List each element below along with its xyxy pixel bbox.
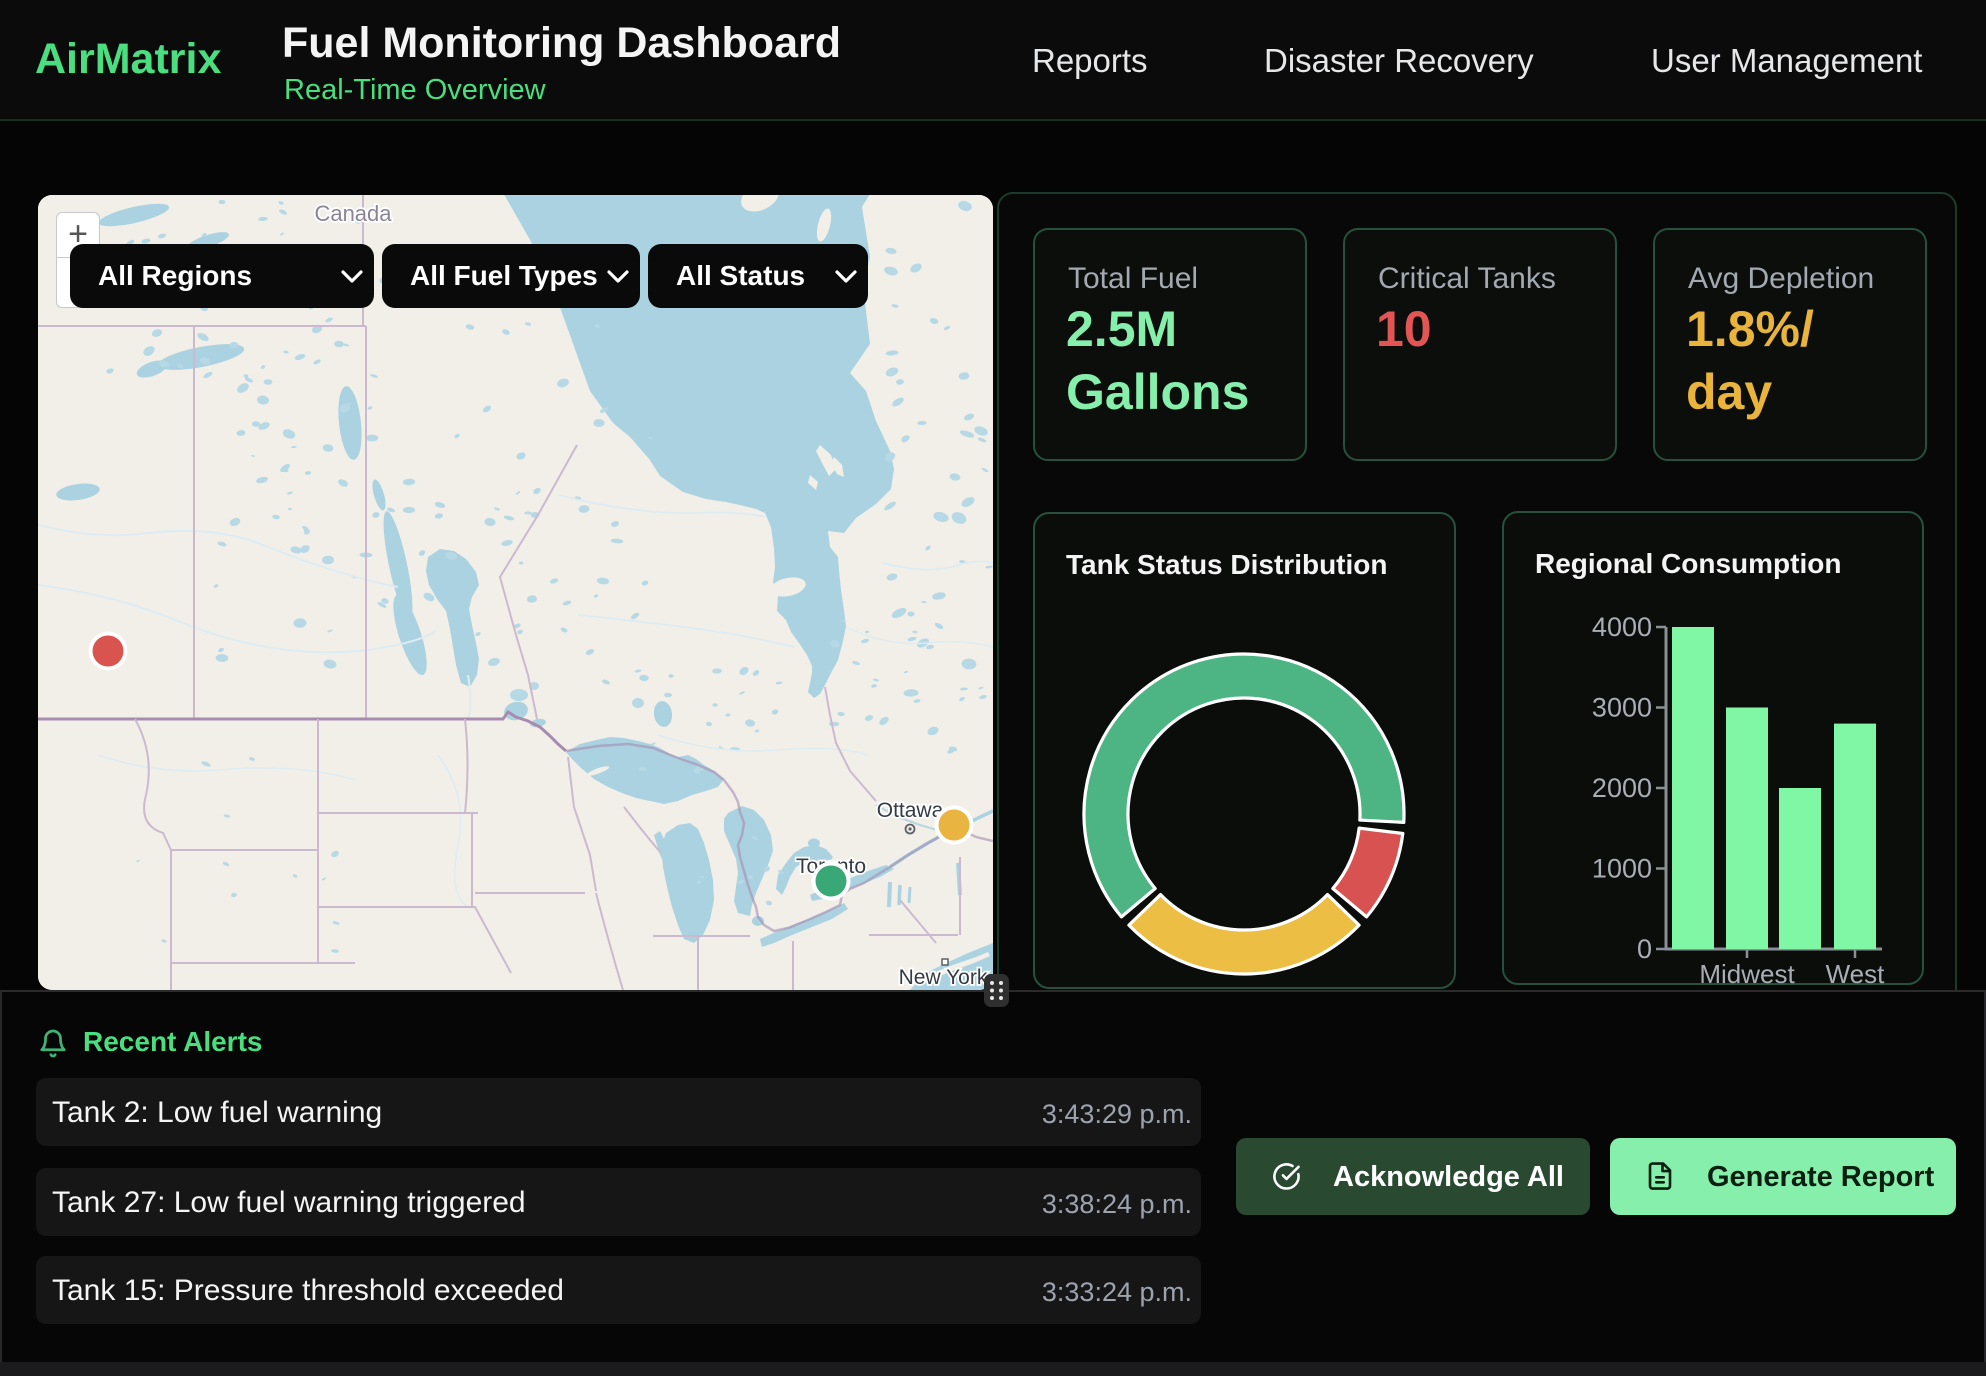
svg-text:1000: 1000 xyxy=(1592,854,1652,884)
svg-text:New York: New York xyxy=(899,966,988,989)
svg-text:0: 0 xyxy=(1637,934,1652,964)
svg-text:Canada: Canada xyxy=(314,201,392,226)
svg-text:4000: 4000 xyxy=(1592,612,1652,642)
svg-text:3000: 3000 xyxy=(1592,693,1652,723)
svg-text:Ottawa: Ottawa xyxy=(877,799,944,822)
svg-text:West: West xyxy=(1826,959,1886,987)
svg-text:2000: 2000 xyxy=(1592,773,1652,803)
svg-text:Midwest: Midwest xyxy=(1699,959,1795,987)
